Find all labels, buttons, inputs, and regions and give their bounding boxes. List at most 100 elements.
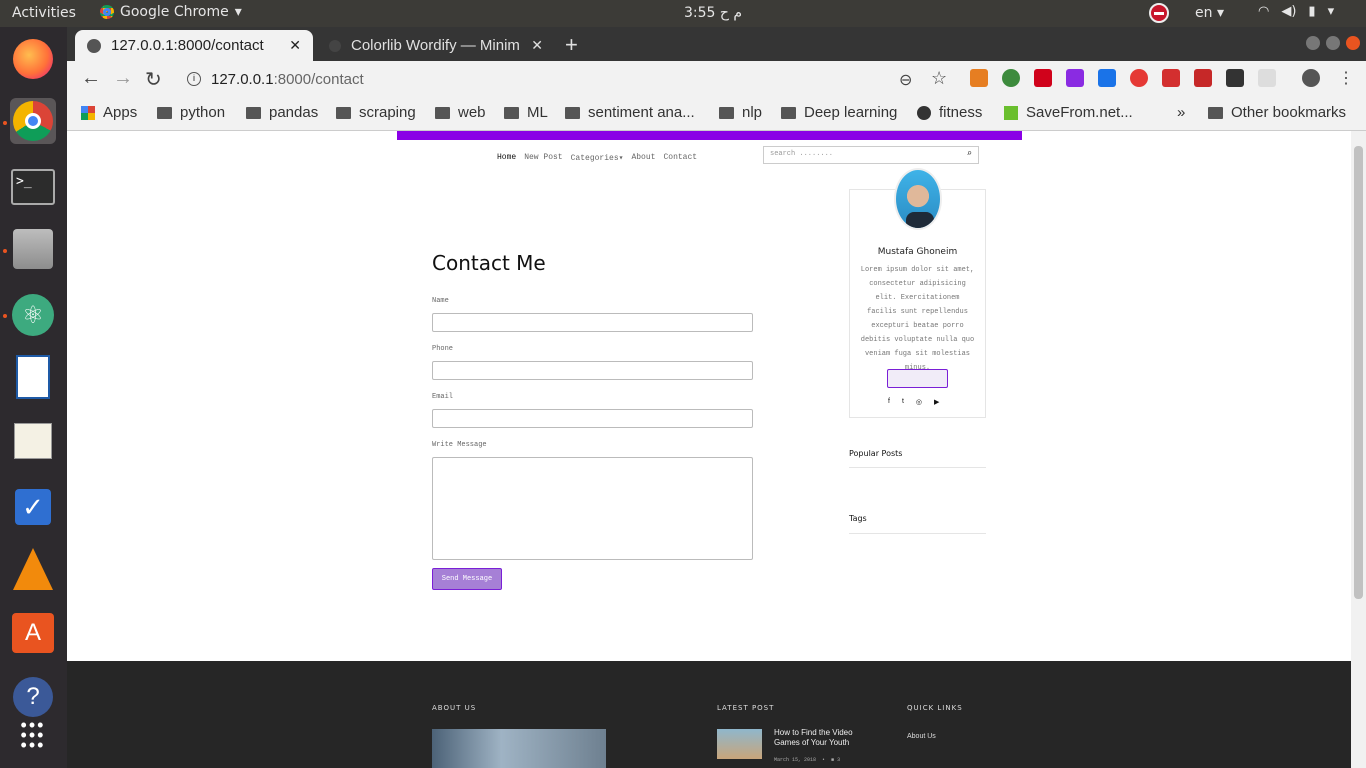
bookmark-deep-learning[interactable]: Deep learning bbox=[781, 104, 897, 121]
extension-pokeball-icon[interactable] bbox=[1130, 69, 1148, 87]
zoom-icon[interactable]: ⊖ bbox=[899, 70, 912, 90]
app-menu[interactable]: Google Chrome ▾ bbox=[100, 4, 242, 20]
close-window-button[interactable] bbox=[1346, 36, 1360, 50]
software-center-icon: A bbox=[12, 613, 54, 653]
writer-launcher[interactable] bbox=[10, 354, 56, 400]
minimize-button[interactable] bbox=[1306, 36, 1320, 50]
about-us-link[interactable]: About Us bbox=[907, 733, 936, 740]
show-applications-button[interactable]: ••• ••• ••• bbox=[10, 712, 56, 758]
bookmark-star-icon[interactable]: ☆ bbox=[931, 68, 947, 89]
terminal-launcher[interactable]: >_ bbox=[10, 164, 56, 210]
scrollbar-thumb[interactable] bbox=[1354, 146, 1363, 599]
help-icon: ? bbox=[13, 677, 53, 717]
nav-categories[interactable]: Categories▾ bbox=[571, 153, 624, 163]
nav-home[interactable]: Home bbox=[497, 153, 516, 163]
social-links: f t ◎ ▶ bbox=[888, 398, 939, 406]
instagram-icon[interactable]: ◎ bbox=[916, 398, 922, 406]
profile-avatar[interactable] bbox=[1302, 69, 1320, 87]
download-icon[interactable] bbox=[970, 69, 988, 87]
files-launcher[interactable] bbox=[10, 226, 56, 272]
comment-count: 3 bbox=[837, 757, 841, 763]
extension-blue-icon[interactable] bbox=[1098, 69, 1116, 87]
maximize-button[interactable] bbox=[1326, 36, 1340, 50]
avatar bbox=[894, 168, 942, 230]
page-icon bbox=[329, 39, 341, 52]
bookmark-pandas[interactable]: pandas bbox=[246, 104, 318, 121]
extension-eyedropper-icon[interactable] bbox=[1066, 69, 1084, 87]
todo-launcher[interactable]: ✓ bbox=[10, 484, 56, 530]
other-bookmarks[interactable]: Other bookmarks bbox=[1208, 104, 1346, 121]
send-message-button[interactable]: Send Message bbox=[432, 568, 502, 590]
nav-contact[interactable]: Contact bbox=[663, 153, 697, 163]
tab-title: Colorlib Wordify — Minim bbox=[351, 37, 520, 54]
bookmark-ml[interactable]: ML bbox=[504, 104, 548, 121]
bookmarks-bar: Apps python pandas scraping web ML senti… bbox=[67, 97, 1366, 131]
software-center-launcher[interactable]: A bbox=[10, 610, 56, 656]
forward-button[interactable]: → bbox=[113, 67, 133, 90]
extension-pdf-icon[interactable] bbox=[1162, 69, 1180, 87]
clock[interactable]: 3:55 م ح bbox=[684, 5, 742, 21]
bookmark-label: pandas bbox=[269, 104, 319, 121]
language-label: en bbox=[1195, 5, 1213, 21]
bookmark-web[interactable]: web bbox=[435, 104, 486, 121]
back-button[interactable]: ← bbox=[81, 67, 101, 90]
tab-colorlib[interactable]: Colorlib Wordify — Minim ✕ bbox=[317, 30, 555, 61]
nav-new-post[interactable]: New Post bbox=[524, 153, 562, 163]
scrollbar[interactable] bbox=[1351, 131, 1366, 768]
popular-posts-heading: Popular Posts bbox=[849, 449, 903, 458]
youtube-icon[interactable]: ▶ bbox=[934, 398, 939, 406]
language-indicator[interactable]: en ▾ bbox=[1195, 5, 1224, 21]
name-field[interactable] bbox=[432, 313, 753, 332]
close-tab-icon[interactable]: ✕ bbox=[531, 37, 543, 54]
bookmark-scraping[interactable]: scraping bbox=[336, 104, 416, 121]
bookmark-apps[interactable]: Apps bbox=[81, 104, 137, 121]
system-indicators[interactable]: ◠ ◀) ▮ ▾ bbox=[1258, 4, 1334, 19]
download-arrow-icon bbox=[1004, 105, 1018, 120]
bookmark-python[interactable]: python bbox=[157, 104, 225, 121]
firefox-icon bbox=[13, 39, 53, 79]
chrome-launcher[interactable] bbox=[10, 98, 56, 144]
extension-arabic-icon[interactable] bbox=[1194, 69, 1212, 87]
url-path: :8000/contact bbox=[273, 70, 364, 88]
tab-contact[interactable]: 127.0.0.1:8000/contact ✕ bbox=[75, 30, 313, 61]
reload-button[interactable]: ↻ bbox=[145, 67, 162, 92]
twitter-icon[interactable]: t bbox=[902, 398, 904, 406]
message-label: Write Message bbox=[432, 441, 487, 449]
message-textarea[interactable] bbox=[432, 457, 753, 560]
search-input[interactable]: search ........ ⌕ bbox=[763, 146, 979, 164]
close-tab-icon[interactable]: ✕ bbox=[289, 37, 301, 54]
post-title-link[interactable]: How to Find the Video Games of Your Yout… bbox=[774, 728, 874, 748]
facebook-icon[interactable]: f bbox=[888, 398, 890, 406]
bookmark-sentiment[interactable]: sentiment ana... bbox=[565, 104, 695, 121]
folder-icon bbox=[157, 106, 172, 119]
activities-button[interactable]: Activities bbox=[12, 5, 76, 21]
bookmark-fitness[interactable]: fitness bbox=[917, 104, 982, 121]
extension-globe-icon[interactable] bbox=[1002, 69, 1020, 87]
divider bbox=[849, 533, 986, 534]
address-bar[interactable]: i 127.0.0.1:8000/contact bbox=[175, 65, 975, 93]
bookmarks-overflow[interactable]: » bbox=[1177, 104, 1185, 121]
search-icon[interactable]: ⌕ bbox=[967, 149, 972, 159]
firefox-launcher[interactable] bbox=[10, 36, 56, 82]
extension-red-icon[interactable] bbox=[1034, 69, 1052, 87]
vlc-launcher[interactable] bbox=[10, 546, 56, 592]
email-field[interactable] bbox=[432, 409, 753, 428]
nav-about[interactable]: About bbox=[631, 153, 655, 163]
menu-icon[interactable]: ⋮ bbox=[1338, 68, 1354, 88]
bookmark-savefrom[interactable]: SaveFrom.net... bbox=[1004, 104, 1133, 121]
app-grid-icon: ••• ••• ••• bbox=[20, 715, 46, 755]
extension-grid-icon[interactable] bbox=[1258, 69, 1276, 87]
extension-box-icon[interactable] bbox=[1226, 69, 1244, 87]
phone-field[interactable] bbox=[432, 361, 753, 380]
bookmark-nlp[interactable]: nlp bbox=[719, 104, 762, 121]
bookmark-label: python bbox=[180, 104, 226, 121]
read-bio-button[interactable] bbox=[887, 369, 948, 388]
new-tab-button[interactable]: + bbox=[565, 32, 578, 58]
atom-launcher[interactable]: ⚛ bbox=[10, 292, 56, 338]
do-not-disturb-icon[interactable] bbox=[1149, 3, 1169, 23]
search-placeholder: search ........ bbox=[770, 150, 834, 158]
latest-post-heading: LATEST POST bbox=[717, 704, 775, 712]
text-editor-launcher[interactable] bbox=[10, 418, 56, 464]
post-thumbnail[interactable] bbox=[717, 729, 762, 759]
divider bbox=[849, 467, 986, 468]
